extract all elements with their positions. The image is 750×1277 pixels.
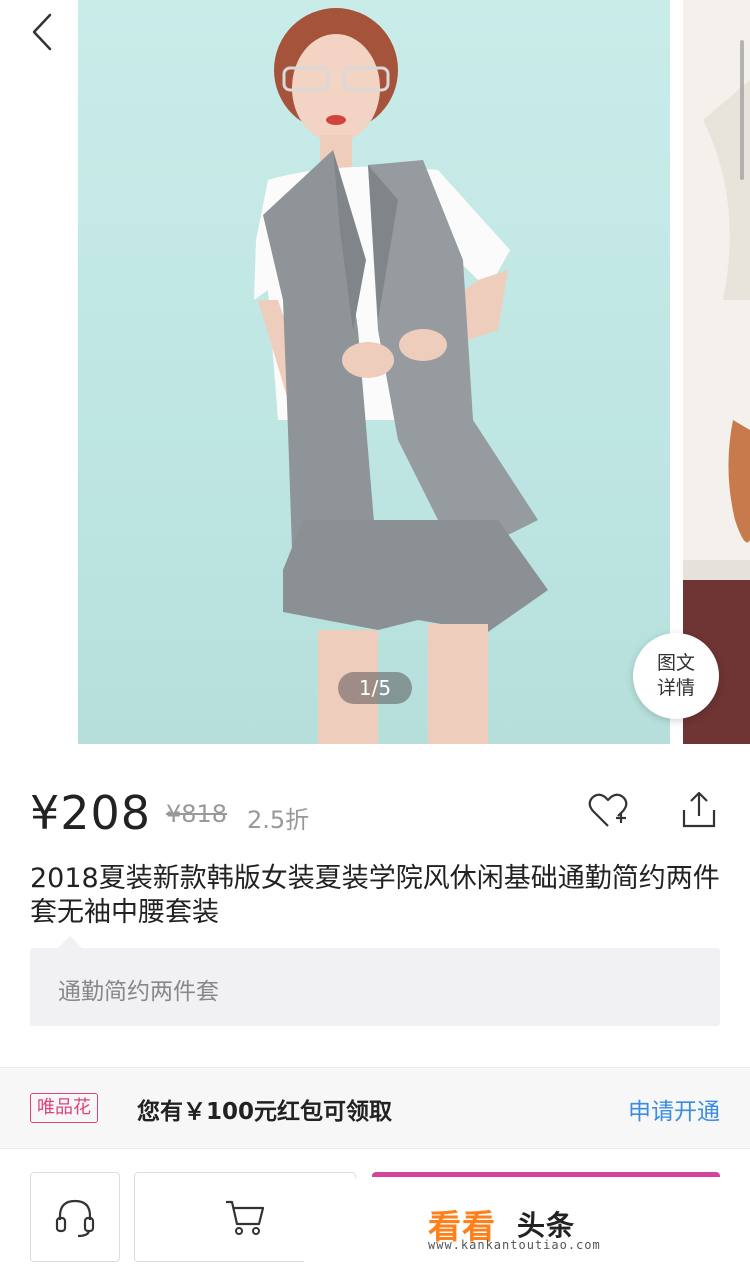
model-illustration [254, 8, 548, 744]
customer-service-button[interactable] [30, 1172, 120, 1262]
scroll-indicator [740, 40, 744, 180]
product-gallery[interactable]: 1/5 图文 详情 [0, 0, 750, 744]
product-title: 2018夏装新款韩版女装夏装学院风休闲基础通勤简约两件套无袖中腰套装 [30, 863, 720, 928]
apply-link[interactable]: 申请开通 [628, 1092, 720, 1126]
detail-label-line1: 图文 [656, 652, 695, 674]
original-price: ¥818 [166, 800, 228, 828]
product-photo[interactable] [78, 0, 670, 744]
cart-icon [226, 1200, 265, 1235]
current-price: ¥208 [30, 786, 152, 840]
chevron-left-icon [32, 13, 52, 51]
promo-badge: 唯品花 [30, 1093, 98, 1123]
image-detail-button[interactable]: 图文 详情 [633, 633, 719, 719]
share-icon [682, 791, 716, 828]
image-page-counter: 1/5 [338, 672, 412, 704]
headset-icon [55, 1199, 95, 1238]
promo-text: 您有￥100元红包可领取 [137, 1099, 393, 1125]
product-tag-box: 通勤简约两件套 [30, 936, 720, 1026]
price-row: ¥208 ¥818 2.5折 [30, 780, 720, 850]
heart-plus-icon [588, 793, 628, 827]
discount-label: 2.5折 [247, 806, 310, 834]
share-button[interactable] [676, 788, 722, 834]
favorite-button[interactable] [585, 788, 631, 834]
detail-label-line2: 详情 [656, 677, 695, 699]
promo-bar: 唯品花 您有￥100元红包可领取 申请开通 [0, 1067, 750, 1149]
product-tag: 通勤简约两件套 [58, 979, 219, 1005]
back-button[interactable] [22, 10, 62, 54]
watermark-url: www.kankantoutiao.com [428, 1238, 601, 1252]
